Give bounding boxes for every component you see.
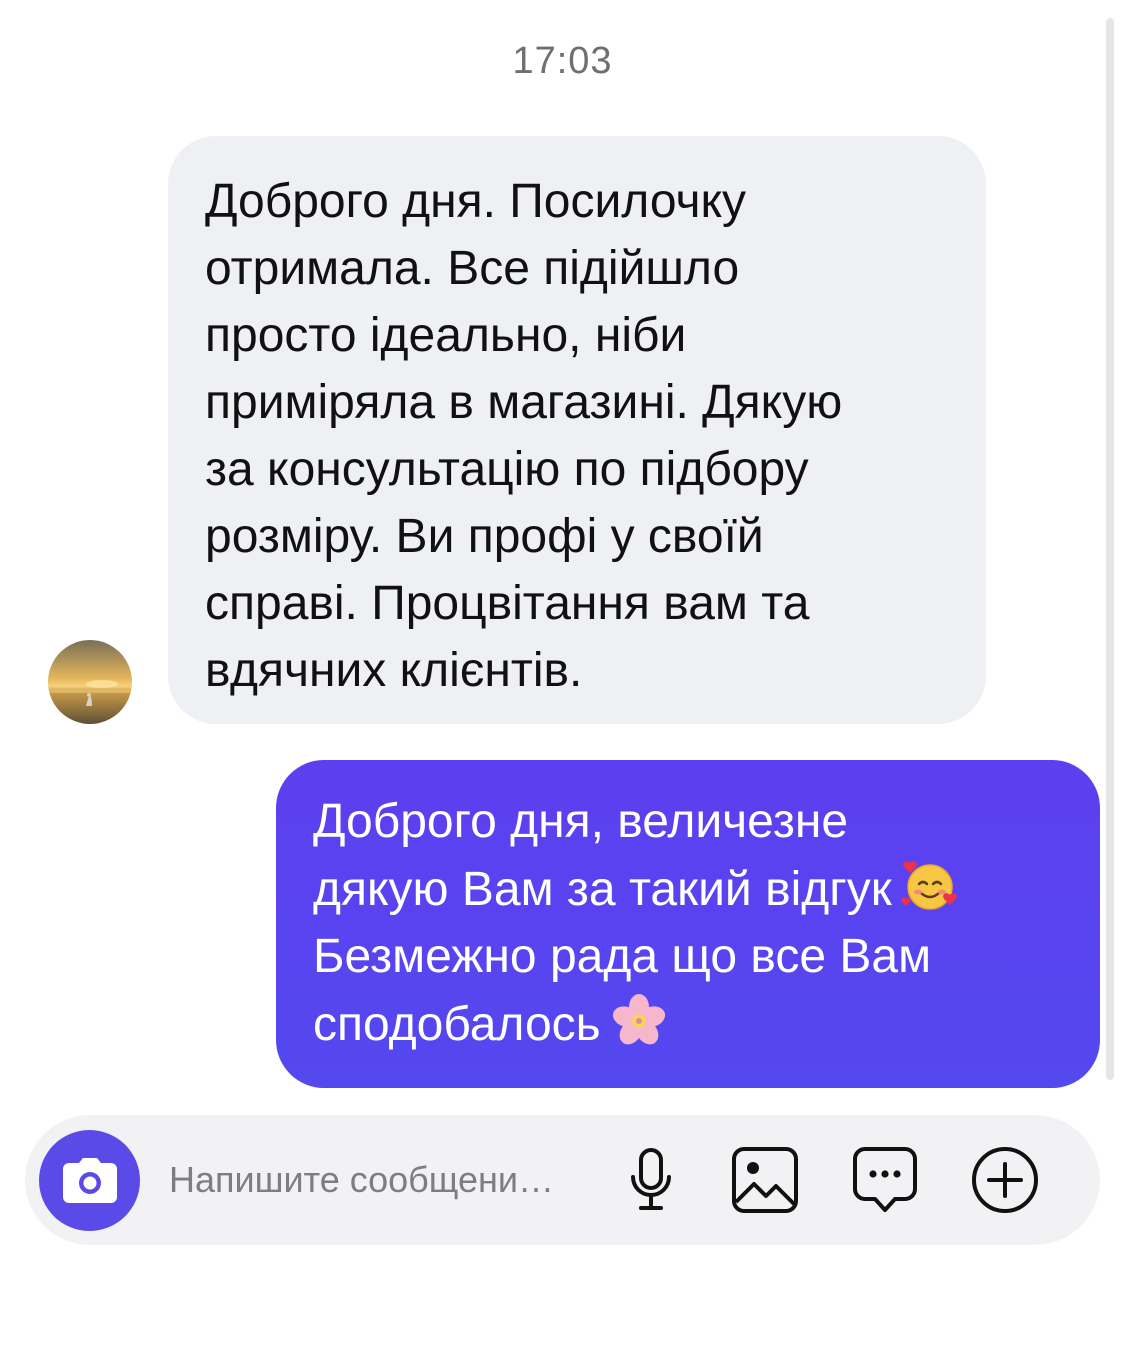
cherry-blossom-icon bbox=[609, 990, 669, 1050]
voice-message-button[interactable] bbox=[611, 1140, 691, 1220]
sticker-icon bbox=[853, 1147, 917, 1212]
outgoing-line-2: дякую Вам за такий відгук bbox=[313, 863, 892, 916]
microphone-icon bbox=[631, 1148, 671, 1210]
message-composer bbox=[25, 1115, 1100, 1245]
outgoing-line-4: сподобалось bbox=[313, 998, 601, 1051]
scrollbar[interactable] bbox=[1106, 18, 1114, 1080]
outgoing-message-bubble[interactable]: Доброго дня, величезне дякую Вам за таки… bbox=[276, 760, 1100, 1088]
avatar-photo bbox=[48, 640, 132, 724]
camera-button[interactable] bbox=[39, 1130, 140, 1231]
camera-icon bbox=[62, 1157, 117, 1203]
smiling-face-with-hearts-icon bbox=[900, 855, 960, 915]
message-timestamp: 17:03 bbox=[512, 40, 613, 82]
more-options-button[interactable] bbox=[965, 1140, 1045, 1220]
gallery-icon bbox=[732, 1147, 798, 1213]
outgoing-line-3: Безмежно рада що все Вам bbox=[313, 930, 932, 983]
sticker-button[interactable] bbox=[845, 1140, 925, 1220]
avatar[interactable] bbox=[48, 640, 132, 724]
gallery-button[interactable] bbox=[725, 1140, 805, 1220]
message-input[interactable] bbox=[169, 1150, 589, 1210]
outgoing-line-1: Доброго дня, величезне bbox=[313, 795, 849, 848]
incoming-message-bubble[interactable]: Доброго дня. Посилочку отримала. Все під… bbox=[168, 136, 986, 724]
plus-circle-icon bbox=[972, 1147, 1038, 1213]
